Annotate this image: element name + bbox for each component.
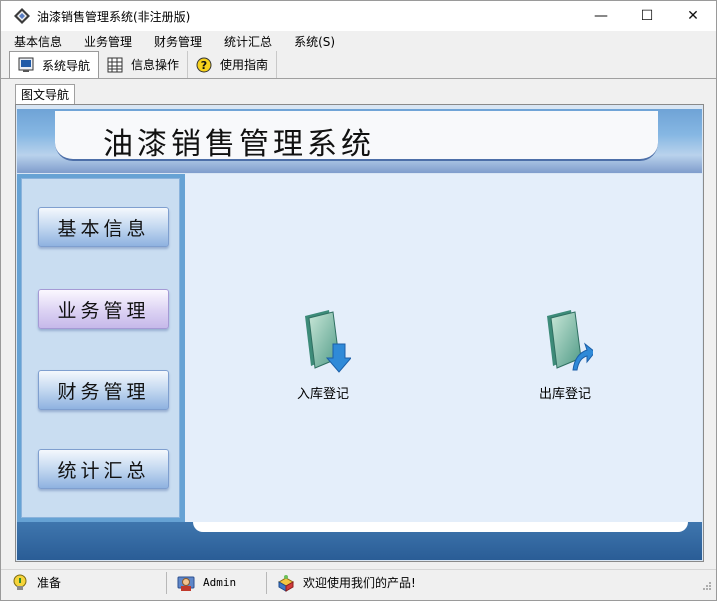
status-message: 欢迎使用我们的产品! <box>303 576 416 590</box>
status-light-icon <box>11 574 29 592</box>
footer-banner <box>17 522 702 560</box>
tab-user-guide-label: 使用指南 <box>220 58 269 72</box>
sidebar-finance-button[interactable]: 财务管理 <box>38 370 169 410</box>
status-state: 准备 <box>37 576 62 590</box>
status-user-cell: Admin <box>167 571 267 594</box>
sidebar-statistics-button[interactable]: 统计汇总 <box>38 449 169 489</box>
maximize-button[interactable]: ☐ <box>624 1 670 31</box>
sidebar-panel: 基本信息 业务管理 财务管理 统计汇总 <box>21 178 180 518</box>
minimize-button[interactable]: — <box>578 1 624 31</box>
menu-bar: 基本信息 业务管理 财务管理 统计汇总 系统(S) <box>1 32 344 51</box>
menu-finance[interactable]: 财务管理 <box>141 33 211 50</box>
folder-in-icon <box>295 308 353 381</box>
menu-statistics[interactable]: 统计汇总 <box>211 33 281 50</box>
tab-system-nav[interactable]: 系统导航 <box>9 51 100 78</box>
svg-text:?: ? <box>201 59 207 72</box>
tab-info-ops-label: 信息操作 <box>131 58 180 72</box>
app-window: 油漆销售管理系统(非注册版) — ☐ ✕ 基本信息 业务管理 财务管理 统计汇总… <box>0 0 717 601</box>
product-icon <box>277 574 295 592</box>
sidebar-business-button[interactable]: 业务管理 <box>38 289 169 329</box>
footer-plate <box>193 522 688 532</box>
header-title-plate: 油漆销售管理系统 <box>55 111 658 162</box>
folder-out-icon <box>537 308 596 381</box>
resize-grip-icon[interactable] <box>702 581 712 591</box>
launcher-stock-in[interactable]: 入库登记 <box>278 308 368 402</box>
app-logo-icon <box>13 7 31 25</box>
header-banner: 油漆销售管理系统 <box>17 109 702 173</box>
window-title: 油漆销售管理系统(非注册版) <box>37 9 191 24</box>
grid-icon <box>107 57 123 73</box>
launcher-stock-out-label: 出库登记 <box>538 387 591 402</box>
launcher-stock-out[interactable]: 出库登记 <box>520 308 610 402</box>
close-button[interactable]: ✕ <box>670 1 716 31</box>
monitor-icon <box>18 57 34 73</box>
toolbar: 系统导航 信息操作 ? 使用指南 <box>9 51 278 78</box>
tab-user-guide[interactable]: ? 使用指南 <box>188 51 278 78</box>
sidebar: 基本信息 业务管理 财务管理 统计汇总 <box>17 174 185 522</box>
launcher-stock-in-label: 入库登记 <box>296 387 349 402</box>
main-panel: 入库登记 出库登记 <box>185 174 702 522</box>
tab-info-ops[interactable]: 信息操作 <box>99 51 189 78</box>
status-user: Admin <box>203 576 237 589</box>
menu-system[interactable]: 系统(S) <box>281 33 344 50</box>
status-state-cell: 准备 <box>1 571 167 594</box>
menu-business[interactable]: 业务管理 <box>71 33 141 50</box>
status-bar: 准备 Admin 欢迎使用我们的产品! <box>1 569 716 595</box>
title-bar: 油漆销售管理系统(非注册版) — ☐ ✕ <box>1 1 716 31</box>
app-title: 油漆销售管理系统 <box>103 127 375 162</box>
menu-basic-info[interactable]: 基本信息 <box>1 33 71 50</box>
sidebar-basic-info-button[interactable]: 基本信息 <box>38 207 169 247</box>
status-message-cell: 欢迎使用我们的产品! <box>267 572 707 594</box>
tab-system-nav-label: 系统导航 <box>42 58 91 73</box>
toolbar-divider <box>1 78 716 79</box>
help-icon: ? <box>196 57 212 73</box>
tab-graphic-nav[interactable]: 图文导航 <box>15 84 76 104</box>
user-avatar-icon <box>177 574 195 592</box>
